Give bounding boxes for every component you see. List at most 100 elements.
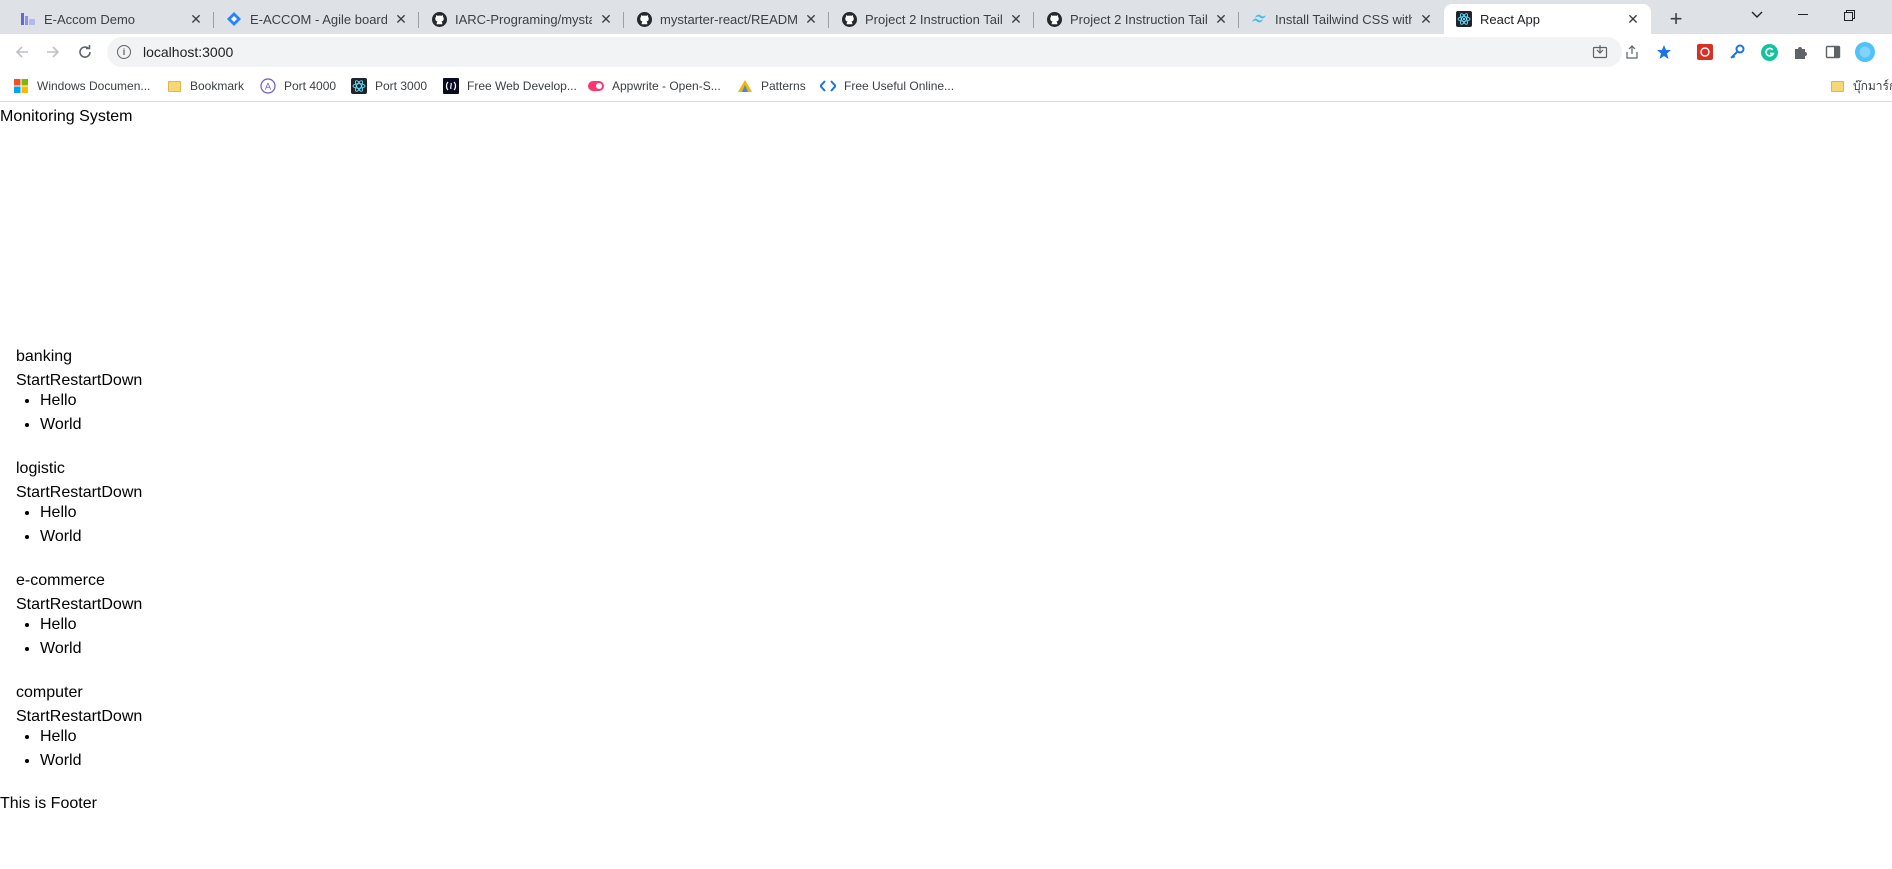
bookmark-label: Appwrite - Open-S...: [612, 79, 721, 93]
github-icon: [431, 11, 447, 27]
tab-react-app[interactable]: React App ✕: [1444, 4, 1651, 34]
restart-button[interactable]: Restart: [50, 372, 102, 389]
svg-text:A: A: [265, 83, 272, 93]
tab-e-accom-demo[interactable]: E-Accom Demo ✕: [8, 4, 214, 34]
bookmark-free-useful-online[interactable]: Free Useful Online...: [820, 76, 954, 96]
fcc-icon: [443, 78, 459, 94]
list-item: World: [40, 639, 316, 663]
start-button[interactable]: Start: [16, 708, 50, 725]
bookmark-port-4000[interactable]: A Port 4000: [260, 76, 336, 96]
github-icon: [636, 11, 652, 27]
down-button[interactable]: Down: [101, 372, 142, 389]
new-tab-button[interactable]: +: [1662, 5, 1690, 33]
close-icon[interactable]: ✕: [1625, 11, 1641, 27]
service-name: e-commerce: [16, 572, 105, 589]
minimize-button[interactable]: [1780, 0, 1826, 30]
react-icon: [351, 78, 367, 94]
page-title: Monitoring System: [0, 108, 133, 125]
service-item-list: Hello World: [16, 503, 316, 551]
bookmark-appwrite[interactable]: Appwrite - Open-S...: [588, 76, 721, 96]
windows-icon: [13, 78, 29, 94]
minimize-icon: [1798, 14, 1808, 15]
page-content: Monitoring System banking StartRestartDo…: [0, 103, 1892, 869]
start-button[interactable]: Start: [16, 484, 50, 501]
bookmark-windows-docs[interactable]: Windows Documen...: [13, 76, 150, 96]
back-button[interactable]: [8, 38, 36, 66]
chevron-down-icon: [1751, 11, 1763, 18]
restart-button[interactable]: Restart: [50, 596, 102, 613]
close-icon[interactable]: ✕: [188, 11, 204, 27]
browser-toolbar: i localhost:3000: [0, 34, 1892, 70]
share-icon[interactable]: [1623, 43, 1641, 61]
tab-title: IARC-Programing/mystarte: [455, 11, 592, 27]
tab-title: Install Tailwind CSS with Cr: [1275, 11, 1412, 27]
page-footer: This is Footer: [0, 795, 97, 812]
info-icon[interactable]: i: [117, 45, 131, 59]
other-bookmarks-folder[interactable]: บุ๊กมาร์ก: [1829, 76, 1892, 96]
tab-project2-instruction-2[interactable]: Project 2 Instruction Tailwi ✕: [1034, 4, 1239, 34]
code-icon: [820, 78, 836, 94]
service-actions: StartRestartDown: [16, 595, 316, 615]
key-icon[interactable]: [1727, 42, 1747, 62]
forward-button[interactable]: [39, 38, 67, 66]
list-item: Hello: [40, 615, 316, 639]
other-bookmarks-label: บุ๊กมาร์ก: [1853, 78, 1892, 93]
install-app-icon[interactable]: [1591, 43, 1609, 61]
close-icon[interactable]: ✕: [598, 11, 614, 27]
github-icon: [841, 11, 857, 27]
puzzle-icon[interactable]: [1791, 42, 1811, 62]
bookmark-folder[interactable]: Bookmark: [166, 76, 244, 96]
down-button[interactable]: Down: [101, 708, 142, 725]
service-name: banking: [16, 348, 73, 365]
grammarly-icon[interactable]: [1759, 42, 1779, 62]
side-panel-icon[interactable]: [1823, 42, 1843, 62]
bookmark-patterns[interactable]: Patterns: [737, 76, 806, 96]
tailwind-icon: [1251, 11, 1267, 27]
patterns-icon: [737, 78, 753, 94]
close-icon[interactable]: ✕: [803, 11, 819, 27]
down-button[interactable]: Down: [101, 484, 142, 501]
close-icon[interactable]: ✕: [1213, 11, 1229, 27]
tab-mystarter-readme[interactable]: mystarter-react/README.m ✕: [624, 4, 829, 34]
url-text[interactable]: localhost:3000: [143, 44, 233, 60]
restart-button[interactable]: Restart: [50, 708, 102, 725]
service-item-list: Hello World: [16, 727, 316, 775]
extension-red-icon[interactable]: [1695, 42, 1715, 62]
down-button[interactable]: Down: [101, 596, 142, 613]
service-card-e-commerce: e-commerce StartRestartDown Hello World: [16, 571, 316, 663]
bookmark-free-web-dev[interactable]: Free Web Develop...: [443, 76, 577, 96]
bookmark-star-icon[interactable]: [1655, 43, 1673, 61]
folder-icon: [1829, 78, 1845, 94]
bookmark-port-3000[interactable]: Port 3000: [351, 76, 427, 96]
bookmark-label: Port 4000: [284, 79, 337, 93]
avatar[interactable]: [1855, 42, 1875, 62]
close-icon[interactable]: ✕: [393, 11, 409, 27]
tab-install-tailwind[interactable]: Install Tailwind CSS with Cr ✕: [1239, 4, 1444, 34]
tab-title: Project 2 Instruction Tailwi: [1070, 11, 1207, 27]
bookmarks-bar: Windows Documen... Bookmark A Port 4000 …: [0, 70, 1892, 102]
tab-project2-instruction[interactable]: Project 2 Instruction Tailwi ✕: [829, 4, 1034, 34]
github-icon: [1046, 11, 1062, 27]
tab-iarc-programing[interactable]: IARC-Programing/mystarte ✕: [419, 4, 624, 34]
angular-icon: A: [260, 78, 276, 94]
close-icon[interactable]: ✕: [1418, 11, 1434, 27]
restore-icon: [1843, 9, 1855, 21]
tab-search-button[interactable]: [1734, 0, 1780, 30]
tab-title: E-ACCOM - Agile board - J: [250, 11, 387, 27]
close-icon[interactable]: ✕: [1008, 11, 1024, 27]
folder-icon: [166, 78, 182, 94]
address-bar[interactable]: i localhost:3000: [107, 37, 1622, 67]
list-item: Hello: [40, 727, 316, 751]
service-card-logistic: logistic StartRestartDown Hello World: [16, 459, 316, 551]
tab-title: E-Accom Demo: [44, 11, 136, 27]
reload-button[interactable]: [71, 38, 99, 66]
start-button[interactable]: Start: [16, 372, 50, 389]
service-item-list: Hello World: [16, 615, 316, 663]
service-actions: StartRestartDown: [16, 707, 316, 727]
restore-button[interactable]: [1826, 0, 1872, 30]
bookmark-label: Free Useful Online...: [844, 79, 955, 93]
tab-agile-board[interactable]: E-ACCOM - Agile board - J ✕: [214, 4, 419, 34]
restart-button[interactable]: Restart: [50, 484, 102, 501]
service-item-list: Hello World: [16, 391, 316, 439]
start-button[interactable]: Start: [16, 596, 50, 613]
